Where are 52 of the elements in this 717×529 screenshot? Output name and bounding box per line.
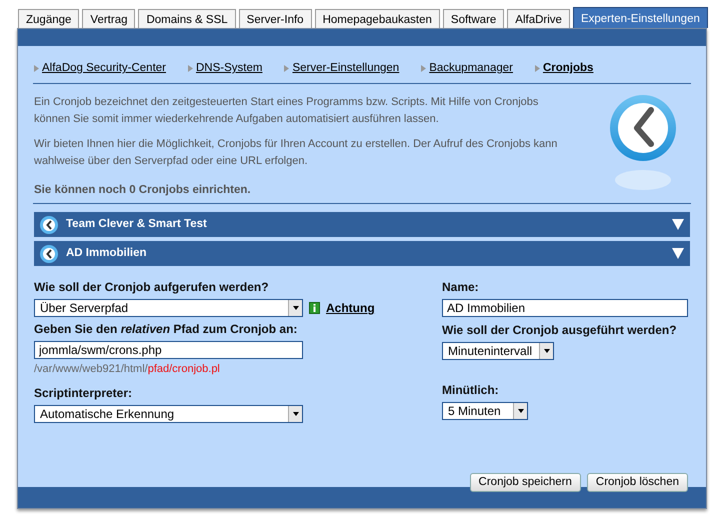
action-button[interactable]: Cronjob speichern xyxy=(470,472,581,492)
field-label: Scriptinterpreter: xyxy=(34,384,134,402)
caret-icon xyxy=(544,349,550,354)
nav-link[interactable]: Server-Einstellungen xyxy=(292,60,400,78)
nav-link[interactable]: DNS-System xyxy=(196,60,262,78)
input-field[interactable]: AD Immobilien xyxy=(442,299,688,318)
warning-link[interactable]: Achtung xyxy=(326,299,375,318)
tab[interactable]: Software xyxy=(442,9,504,28)
paragraph: Ein Cronjob bezeichnet den zeitgesteuerten Start eines Programms bzw. Scripts. Mit Hilfe von Cronjobs können Sie somit immer wiederkehrende Aufgaben automatisiert ausführen lassen. xyxy=(34,95,540,128)
arrow-icon xyxy=(284,65,290,72)
caret-icon xyxy=(518,409,524,414)
info-text: Sie können noch 0 Cronjobs einrichten. xyxy=(34,183,252,198)
path-text: /var/www/web921/html/ xyxy=(34,363,148,376)
arrow-icon xyxy=(421,65,426,72)
dropdown[interactable]: Minutenintervall xyxy=(442,342,554,360)
field-label: Minütlich: xyxy=(442,382,500,400)
clock-icon xyxy=(40,216,58,234)
paragraph: Wir bieten Ihnen hier die Möglichkeit, Cronjobs für Ihren Account zu erstellen. Der Aufruf des Cronjobs kann wahlweise über den Serverpfad oder eine URL erfolgen. xyxy=(34,137,558,170)
caret-icon xyxy=(292,412,298,416)
arrow-icon xyxy=(34,65,39,72)
info-icon xyxy=(309,302,320,314)
field-label: Name: xyxy=(442,279,480,296)
tab[interactable]: Zugänge xyxy=(18,9,80,28)
tab[interactable]: Experten-Einstellungen xyxy=(572,7,708,28)
arrow-icon xyxy=(188,65,193,72)
clock-icon xyxy=(609,92,677,192)
cronjob-title: AD Immobilien xyxy=(66,246,148,262)
tab[interactable]: Homepagebaukasten xyxy=(314,9,440,28)
nav-link[interactable]: AlfaDog Security-Center xyxy=(42,60,166,78)
expand-icon xyxy=(672,248,684,260)
arrow-icon xyxy=(534,65,540,72)
action-button[interactable]: Cronjob löschen xyxy=(586,472,688,492)
nav-link[interactable]: Backupmanager xyxy=(429,60,513,78)
path-example: pfad/cronjob.pl xyxy=(148,363,220,376)
cronjob-header[interactable]: AD Immobilien xyxy=(34,241,690,266)
dropdown[interactable]: Über Serverpfad xyxy=(34,299,303,318)
tab[interactable]: AlfaDrive xyxy=(507,9,570,28)
dropdown[interactable]: Automatische Erkennung xyxy=(34,404,303,423)
field-label: Geben Sie den relativen Pfad zum Cronjob an: xyxy=(34,321,298,338)
clock-icon xyxy=(40,244,58,263)
dropdown[interactable]: 5 Minuten xyxy=(442,402,528,420)
caret-icon xyxy=(292,306,298,310)
field-label: Wie soll der Cronjob ausgeführt werden? xyxy=(442,322,678,340)
tab[interactable]: Server-Info xyxy=(238,9,312,28)
tab[interactable]: Vertrag xyxy=(82,9,136,28)
cronjob-header[interactable]: Team Clever & Smart Test xyxy=(34,212,690,238)
field-label: Wie soll der Cronjob aufgerufen werden? xyxy=(34,279,270,296)
input-field[interactable]: jommla/swm/crons.php xyxy=(34,341,303,360)
expand-icon xyxy=(672,219,684,230)
nav-link[interactable]: Cronjobs xyxy=(542,60,594,78)
tab[interactable]: Domains & SSL xyxy=(138,9,236,28)
cronjob-title: Team Clever & Smart Test xyxy=(66,217,208,232)
